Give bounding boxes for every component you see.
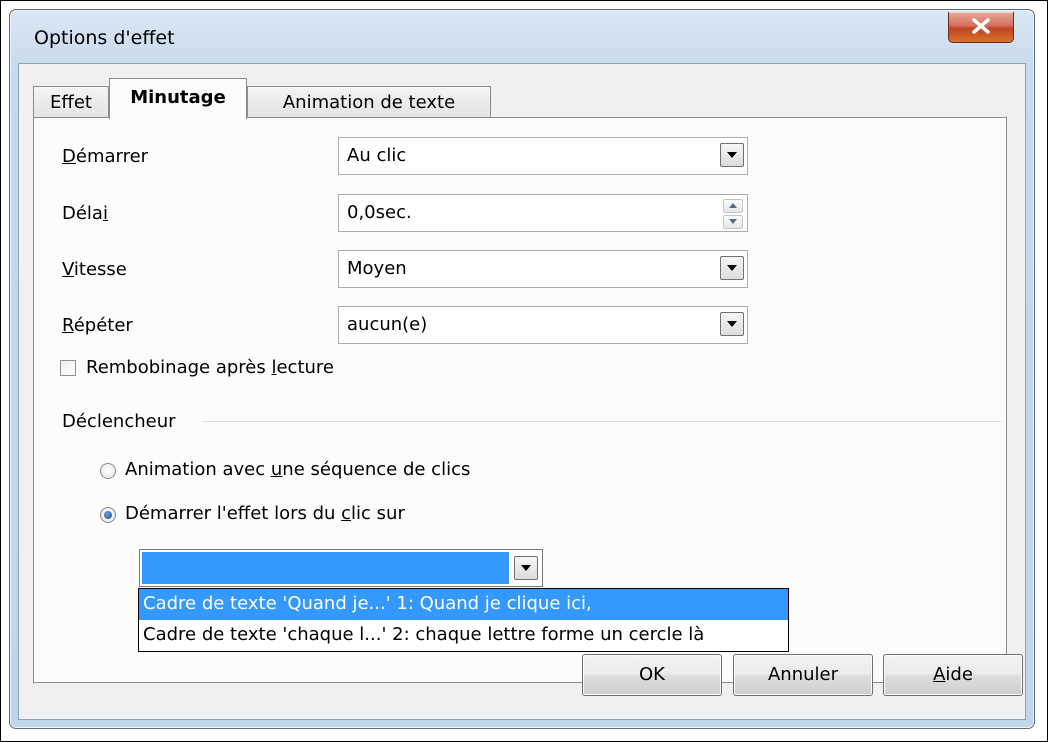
dialog-client-area: Effet Minutage Animation de texte Démarr… [18,63,1026,720]
list-item[interactable]: Cadre de texte 'Quand je...' 1: Quand je… [139,589,788,620]
start-select-value: Au clic [347,145,407,166]
close-button[interactable] [948,12,1014,43]
rewind-checkbox[interactable] [60,360,76,376]
trigger-shape-dropdown-list: Cadre de texte 'Quand je...' 1: Quand je… [138,588,789,652]
spin-down-icon[interactable] [723,215,743,229]
tab-minutage[interactable]: Minutage [109,78,247,119]
ok-button[interactable]: OK [582,654,722,696]
chevron-down-icon[interactable] [514,556,538,580]
list-item[interactable]: Cadre de texte 'chaque l...' 2: chaque l… [139,620,788,651]
cancel-button[interactable]: Annuler [733,654,873,696]
repeat-select-value: aucun(e) [347,314,428,335]
chevron-down-icon[interactable] [720,143,744,167]
radio-start-on-click[interactable] [100,507,116,523]
speed-select-value: Moyen [347,258,407,279]
speed-label: Vitesse [62,259,127,280]
repeat-select[interactable]: aucun(e) [338,306,748,344]
tab-panel-minutage: Démarrer Au clic Délai 0,0sec. Vitesse M… [33,117,1007,683]
group-divider [202,421,1002,422]
delay-spinner[interactable] [723,199,743,229]
repeat-label: Répéter [62,315,133,336]
chevron-down-icon[interactable] [720,256,744,280]
chevron-down-icon[interactable] [720,312,744,336]
radio-click-sequence-label[interactable]: Animation avec une séquence de clics [125,459,470,480]
combo-selected-value [142,552,509,584]
rewind-label[interactable]: Rembobinage après lecture [86,357,334,378]
delay-label: Délai [62,203,108,224]
tab-effet[interactable]: Effet [33,86,109,117]
delay-input-value: 0,0sec. [347,202,412,223]
start-label: Démarrer [62,146,149,167]
dialog-title: Options d'effet [34,27,175,49]
spin-up-icon[interactable] [723,199,743,213]
tab-animation-texte[interactable]: Animation de texte [247,86,491,117]
help-button[interactable]: Aide [883,654,1023,696]
radio-start-on-click-label[interactable]: Démarrer l'effet lors du clic sur [125,503,405,524]
trigger-group-label: Déclencheur [62,411,176,432]
dialog-window: Options d'effet Effet Minutage Animation… [9,9,1035,729]
radio-click-sequence[interactable] [100,463,116,479]
start-select[interactable]: Au clic [338,137,748,175]
delay-input[interactable]: 0,0sec. [338,194,748,232]
trigger-shape-combobox[interactable] [139,549,543,587]
speed-select[interactable]: Moyen [338,250,748,288]
close-icon [972,18,990,34]
